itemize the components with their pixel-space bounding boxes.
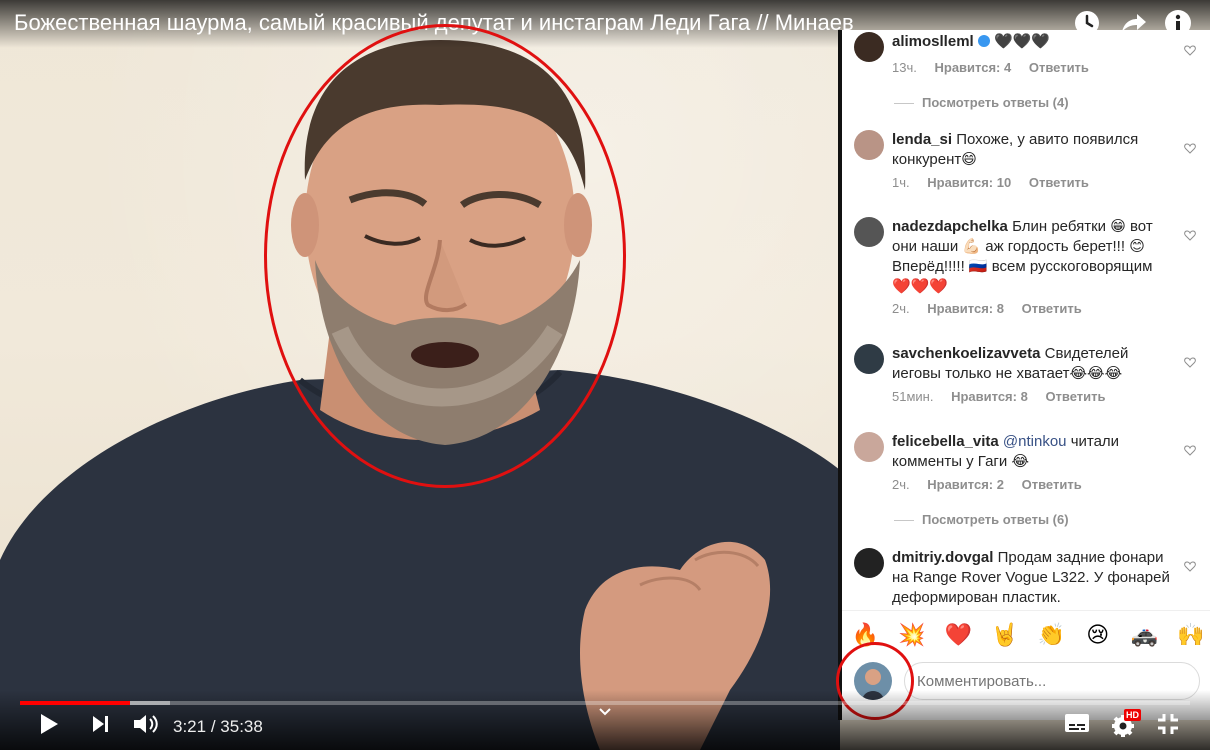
- comment-text-block: alimoslleml 🖤🖤🖤: [892, 32, 1172, 52]
- comment-username[interactable]: savchenkoelizavveta: [892, 345, 1040, 362]
- comment-time: 2ч.: [892, 477, 910, 492]
- comment-username[interactable]: felicebella_vita: [892, 433, 999, 450]
- comment-likes[interactable]: Нравится: 10: [927, 175, 1011, 190]
- progress-bar[interactable]: [20, 701, 1190, 705]
- emoji-cry[interactable]: 😢: [1083, 622, 1113, 648]
- reply-button[interactable]: Ответить: [1029, 175, 1089, 190]
- comment-meta: 13ч. Нравится: 4 Ответить: [892, 60, 1103, 75]
- reply-button[interactable]: Ответить: [1022, 477, 1082, 492]
- chevron-down-icon[interactable]: [597, 706, 613, 718]
- comment-text: 🖤🖤🖤: [994, 33, 1051, 50]
- reply-button[interactable]: Ответить: [1045, 389, 1105, 404]
- like-heart-icon[interactable]: [1184, 44, 1196, 56]
- comment-time: 51мин.: [892, 389, 934, 404]
- verified-badge-icon: [977, 35, 990, 47]
- time-display: 3:21 / 35:38: [173, 717, 263, 737]
- comment-username[interactable]: lenda_si: [892, 131, 952, 148]
- avatar[interactable]: [854, 548, 884, 578]
- fullscreen-icon[interactable]: [1156, 712, 1180, 736]
- like-heart-icon[interactable]: [1184, 142, 1196, 154]
- subtitles-icon[interactable]: [1064, 712, 1090, 734]
- comment-username[interactable]: dmitriy.dovgal: [892, 549, 993, 566]
- comment-likes[interactable]: Нравится: 8: [927, 301, 1004, 316]
- view-replies-link[interactable]: Посмотреть ответы (4): [894, 95, 1069, 110]
- comment-text-block: lenda_si Похоже, у авито появился конкур…: [892, 130, 1172, 170]
- avatar[interactable]: [854, 217, 884, 247]
- played-bar: [20, 701, 130, 705]
- comment-text-block: savchenkoelizavveta Свидетелей иеговы то…: [892, 344, 1172, 384]
- comment-time: 1ч.: [892, 175, 910, 190]
- comment-meta: 51мин. Нравится: 8 Ответить: [892, 389, 1120, 404]
- comment-username[interactable]: nadezdapchelka: [892, 218, 1008, 235]
- comment-likes[interactable]: Нравится: 4: [934, 60, 1011, 75]
- comment-text-block: felicebella_vita @ntinkou читали коммент…: [892, 432, 1172, 472]
- hd-badge: HD: [1124, 709, 1141, 721]
- comment-username[interactable]: alimoslleml: [892, 33, 974, 50]
- emoji-heart[interactable]: ❤️: [943, 622, 973, 648]
- view-replies-link[interactable]: Посмотреть ответы (6): [894, 512, 1069, 527]
- avatar[interactable]: [854, 32, 884, 62]
- next-icon[interactable]: [90, 712, 112, 736]
- like-heart-icon[interactable]: [1184, 444, 1196, 456]
- emoji-collision[interactable]: 💥: [897, 622, 927, 648]
- reply-button[interactable]: Ответить: [1022, 301, 1082, 316]
- comment-likes[interactable]: Нравится: 2: [927, 477, 1004, 492]
- comment-text-block: nadezdapchelka Блин ребятки 😁 вот они на…: [892, 217, 1172, 297]
- time-separator: /: [210, 717, 216, 736]
- current-time: 3:21: [173, 717, 207, 736]
- comment-text-block: dmitriy.dovgal Продам задние фонари на R…: [892, 548, 1172, 608]
- reply-button[interactable]: Ответить: [1029, 60, 1089, 75]
- avatar[interactable]: [854, 130, 884, 160]
- emoji-police-car[interactable]: 🚓: [1129, 622, 1159, 648]
- comment-time: 13ч.: [892, 60, 917, 75]
- avatar[interactable]: [854, 344, 884, 374]
- volume-icon[interactable]: [132, 712, 160, 736]
- player-controls: 3:21 / 35:38 HD: [0, 690, 1210, 750]
- comment-meta: 2ч. Нравится: 2 Ответить: [892, 477, 1096, 492]
- emoji-rock[interactable]: 🤘: [990, 622, 1020, 648]
- duration: 35:38: [220, 717, 263, 736]
- avatar[interactable]: [854, 432, 884, 462]
- annotation-circle-face: [264, 24, 626, 488]
- instagram-comments-panel[interactable]: alimoslleml 🖤🖤🖤 13ч. Нравится: 4 Ответит…: [838, 30, 1210, 720]
- comment-time: 2ч.: [892, 301, 910, 316]
- comment-mention-link[interactable]: @ntinkou: [1003, 433, 1067, 450]
- like-heart-icon[interactable]: [1184, 356, 1196, 368]
- comment-likes[interactable]: Нравится: 8: [951, 389, 1028, 404]
- emoji-raised-hands[interactable]: 🙌: [1176, 622, 1206, 648]
- comment-meta: 2ч. Нравится: 8 Ответить: [892, 301, 1096, 316]
- comment-meta: 1ч. Нравится: 10 Ответить: [892, 175, 1103, 190]
- like-heart-icon[interactable]: [1184, 229, 1196, 241]
- play-icon[interactable]: [38, 712, 60, 736]
- like-heart-icon[interactable]: [1184, 560, 1196, 572]
- emoji-clap[interactable]: 👏: [1036, 622, 1066, 648]
